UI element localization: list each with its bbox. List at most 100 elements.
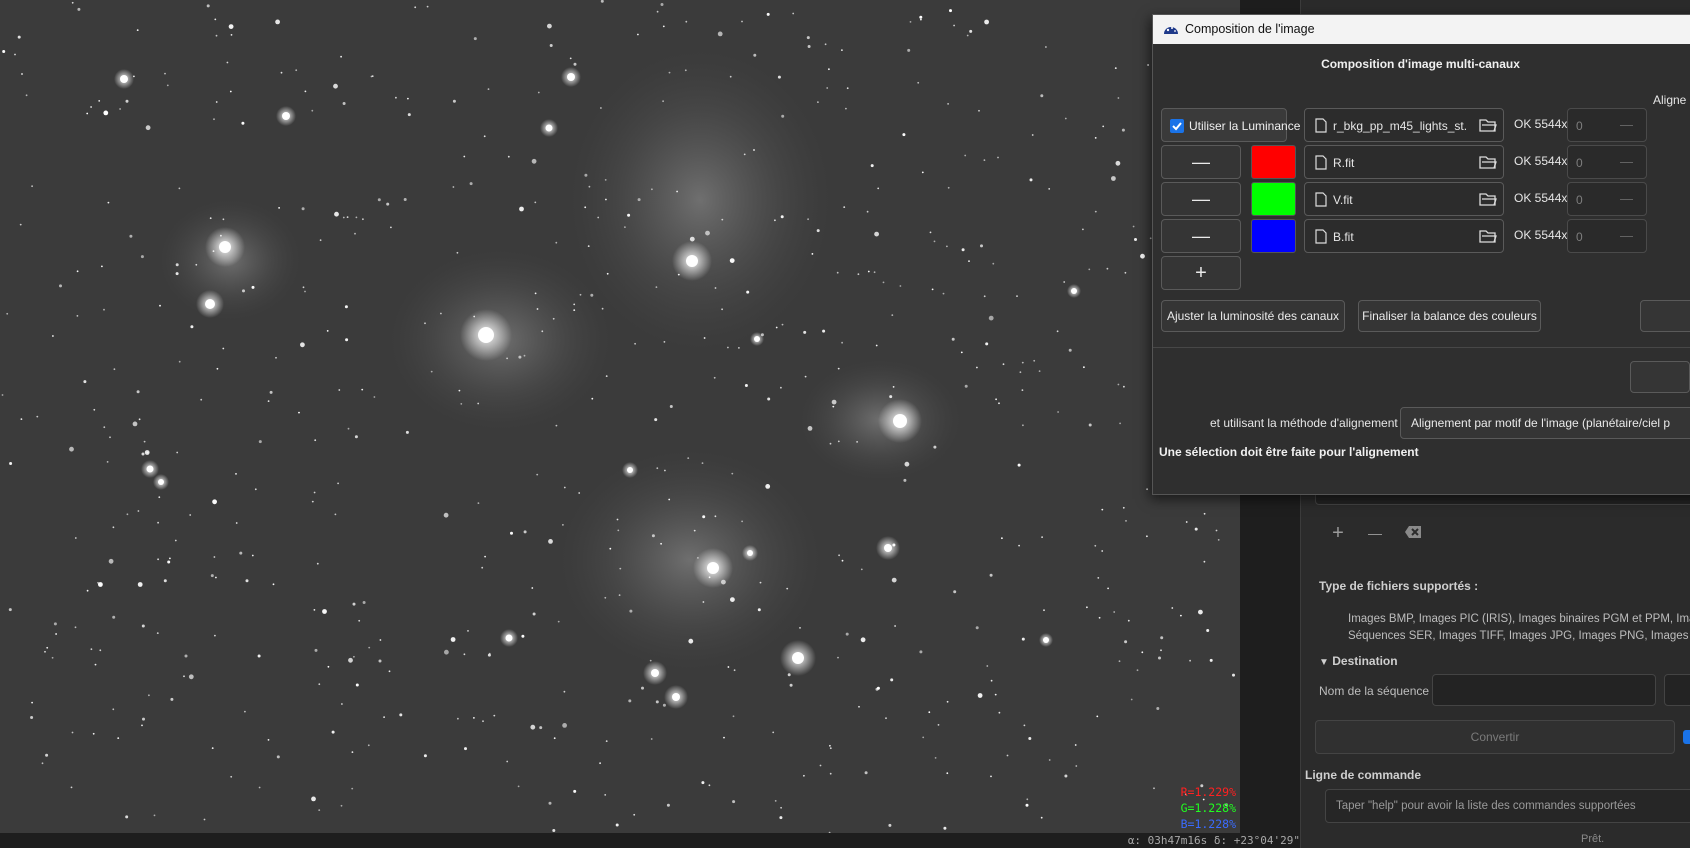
star [352,602,356,606]
channel-color-swatch[interactable] [1251,219,1296,253]
star [212,499,218,505]
star [1160,649,1162,652]
command-input[interactable]: Taper "help" pour avoir la liste des com… [1325,789,1690,823]
decrement-icon[interactable]: — [1620,117,1633,132]
star [953,590,957,594]
star [222,347,225,350]
sequence-option-field[interactable] [1664,674,1690,706]
star [562,723,567,728]
star [19,223,22,226]
channel-align-spin[interactable]: 0 — [1567,219,1647,253]
star [45,753,49,757]
star [141,624,145,628]
checkbox-checked-icon [1170,119,1184,133]
open-folder-icon[interactable] [1479,154,1497,170]
star [960,351,963,354]
star [469,182,473,186]
star [534,201,537,204]
star [557,620,560,623]
star [6,312,9,315]
convert-button[interactable]: Convertir [1315,720,1675,754]
star [824,43,827,46]
star [1147,64,1149,66]
channel-file-chooser[interactable]: R.fit [1304,145,1504,179]
clipped-action-button[interactable] [1640,300,1690,332]
star [507,155,510,158]
decrement-icon[interactable]: — [1620,228,1633,243]
star [183,675,185,678]
star [167,560,171,564]
star [688,638,694,644]
channel-file-chooser[interactable]: V.fit [1304,182,1504,216]
star [341,703,343,705]
open-folder-icon[interactable] [1479,228,1497,244]
star [1209,658,1213,662]
star [548,539,553,544]
star [627,213,631,217]
image-viewer[interactable]: R=1.229% G=1.228% B=1.228% [0,0,1240,833]
alignment-method-select[interactable]: Alignement par motif de l'image (planéta… [1400,407,1690,439]
star [226,61,229,64]
composition-dialog: Composition de l'image Composition d'ima… [1152,14,1690,495]
add-file-button[interactable]: + [1326,523,1350,545]
channel-align-spin[interactable]: 0 — [1567,182,1647,216]
sequence-name-input[interactable] [1432,674,1656,706]
star [894,625,896,627]
open-folder-icon[interactable] [1479,117,1497,133]
star [619,567,622,570]
star [870,164,874,168]
star [175,272,179,276]
sequence-name-label: Nom de la séquence : [1319,684,1436,698]
remove-file-button[interactable]: — [1363,523,1387,545]
star [334,513,337,516]
decrement-icon[interactable]: — [1620,191,1633,206]
star [708,784,711,787]
star [947,186,950,189]
star [137,510,140,512]
star [216,367,219,370]
channel-color-swatch[interactable] [1251,182,1296,216]
star [338,389,341,391]
star [702,601,705,603]
star [933,445,937,449]
star [889,395,893,399]
star [276,755,280,759]
luminance-align-spin[interactable]: 0 — [1567,108,1647,142]
star [668,498,671,501]
remove-channel-button[interactable]: — [1161,145,1241,179]
clipped-align-button[interactable] [1630,361,1690,393]
decrement-icon[interactable]: — [1620,154,1633,169]
green-channel-readout: G=1.228% [1180,801,1236,815]
star [103,110,109,116]
selection-warning: Une sélection doit être faite pour l'ali… [1159,445,1419,459]
star [242,289,245,293]
star [828,68,830,71]
star [584,206,587,209]
star [407,97,409,100]
destination-label: Destination [1332,654,1398,668]
alignment-column-header: Aligne [1653,93,1687,107]
open-folder-icon[interactable] [1479,191,1497,207]
star [1158,656,1161,660]
star [373,396,376,398]
adjust-brightness-button[interactable]: Ajuster la luminosité des canaux [1161,300,1345,332]
luminance-file-chooser[interactable]: r_bkg_pp_m45_lights_st... [1304,108,1504,142]
star [1114,67,1117,69]
add-channel-button[interactable]: + [1161,256,1241,290]
clear-list-icon[interactable] [1401,523,1425,545]
dialog-titlebar[interactable]: Composition de l'image [1153,15,1690,44]
remove-channel-button[interactable]: — [1161,219,1241,253]
channel-align-spin[interactable]: 0 — [1567,145,1647,179]
star [569,57,572,60]
remove-channel-button[interactable]: — [1161,182,1241,216]
star [333,83,338,89]
star [1021,361,1024,364]
option-checkbox[interactable] [1683,730,1690,744]
channel-color-swatch[interactable] [1251,145,1296,179]
finalize-color-balance-button[interactable]: Finaliser la balance des couleurs [1358,300,1541,332]
star [141,452,145,456]
channel-file-chooser[interactable]: B.fit [1304,219,1504,253]
star [140,255,144,259]
destination-expander[interactable]: ▼ Destination [1319,654,1398,668]
use-luminance-toggle[interactable]: Utiliser la Luminance [1161,108,1300,142]
